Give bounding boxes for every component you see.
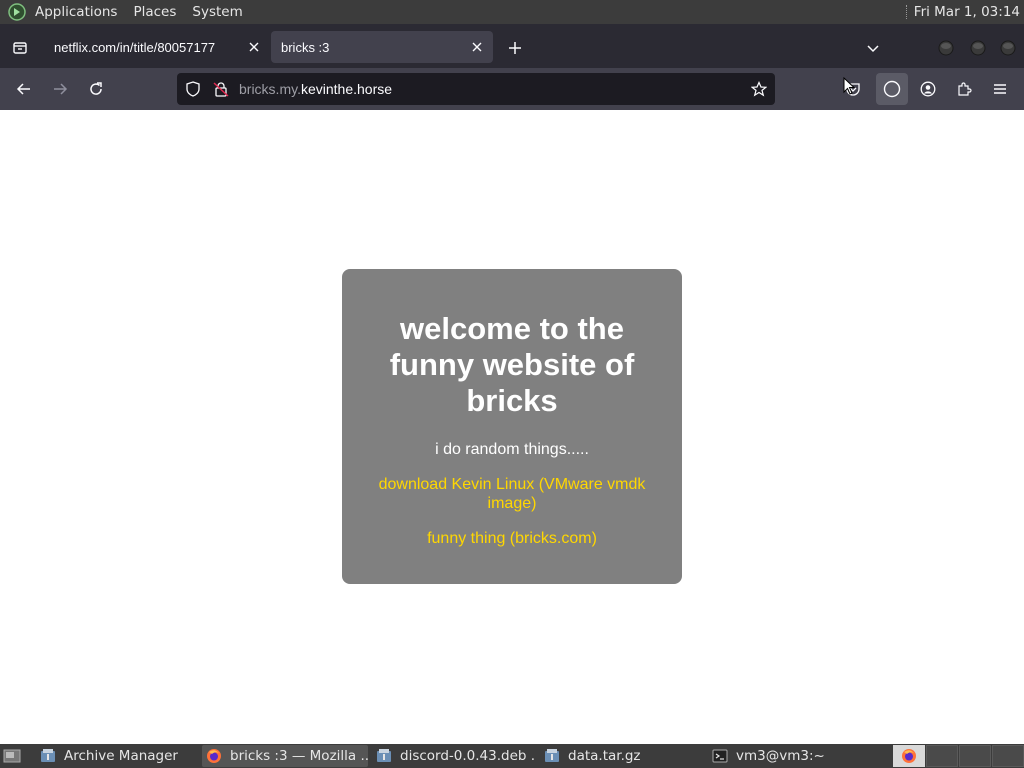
window-minimize-button[interactable] [936, 38, 956, 58]
close-tab-icon[interactable] [242, 35, 266, 59]
applications-menu[interactable]: Applications [27, 0, 125, 24]
url-text: bricks.my.kevinthe.horse [239, 81, 393, 97]
clock[interactable]: Fri Mar 1, 03:14 [914, 4, 1024, 20]
browser-tab-strip: netflix.com/in/title/80057177 bricks :3 [0, 24, 1024, 68]
system-menu[interactable]: System [184, 0, 250, 24]
task-label: discord-0.0.43.deb ... [400, 748, 536, 764]
task-label: bricks :3 — Mozilla ... [230, 748, 368, 764]
task-label: vm3@vm3:~ [736, 748, 825, 764]
tab-label: bricks :3 [281, 39, 330, 55]
archive-manager-icon [377, 749, 391, 762]
taskbar-item-archive-manager[interactable]: Archive Manager [36, 745, 196, 767]
address-bar[interactable]: bricks.my.kevinthe.horse [177, 73, 775, 105]
tab-label: netflix.com/in/title/80057177 [54, 39, 216, 55]
web-page-content: welcome to the funny website of bricks i… [0, 110, 1024, 744]
tab-bricks[interactable]: bricks :3 [271, 31, 493, 63]
taskbar-item-discord-deb[interactable]: discord-0.0.43.deb ... [372, 745, 536, 767]
firefox-view-icon[interactable] [8, 36, 32, 60]
window-maximize-button[interactable] [968, 38, 988, 58]
forward-arrow-icon [44, 73, 76, 105]
bottom-taskbar: Archive Manager bricks :3 — Mozilla ... … [0, 744, 1024, 768]
taskbar-item-terminal[interactable]: vm3@vm3:~ [708, 745, 872, 767]
show-desktop-icon[interactable] [3, 748, 21, 764]
taskbar-item-firefox[interactable]: bricks :3 — Mozilla ... [202, 745, 368, 767]
terminal-icon [712, 749, 728, 763]
archive-manager-icon [41, 749, 55, 762]
page-heading: welcome to the funny website of bricks [389, 311, 635, 418]
workspace-3[interactable] [959, 745, 991, 767]
list-all-tabs-chevron-down-icon[interactable] [861, 36, 885, 60]
extension-circle-icon[interactable] [876, 73, 908, 105]
mouse-cursor-icon [843, 76, 856, 99]
extensions-puzzle-icon[interactable] [948, 73, 980, 105]
places-menu[interactable]: Places [125, 0, 184, 24]
task-label: data.tar.gz [568, 748, 641, 764]
bookmark-star-icon[interactable] [751, 81, 767, 97]
archive-manager-icon [545, 749, 559, 762]
account-icon[interactable] [912, 73, 944, 105]
close-tab-icon[interactable] [465, 35, 489, 59]
taskbar-item-data-tar-gz[interactable]: data.tar.gz [540, 745, 704, 767]
tracking-protection-shield-icon[interactable] [185, 81, 201, 97]
panel-separator [905, 5, 908, 19]
insecure-lock-icon[interactable] [213, 81, 229, 97]
system-top-panel: Applications Places System Fri Mar 1, 03… [0, 0, 1024, 24]
task-label: Archive Manager [64, 748, 178, 764]
window-close-button[interactable] [998, 38, 1018, 58]
navigation-toolbar: bricks.my.kevinthe.horse [0, 68, 1024, 110]
new-tab-plus-icon[interactable] [503, 36, 527, 60]
reload-icon[interactable] [80, 73, 112, 105]
firefox-icon [207, 749, 221, 763]
distro-logo-icon[interactable] [7, 2, 27, 22]
tagline: i do random things..... [435, 441, 589, 458]
hamburger-menu-icon[interactable] [984, 73, 1016, 105]
workspace-2[interactable] [926, 745, 958, 767]
funny-thing-link[interactable]: funny thing (bricks.com) [342, 529, 682, 548]
tab-netflix[interactable]: netflix.com/in/title/80057177 [44, 31, 270, 63]
firefox-icon [902, 749, 916, 763]
back-arrow-icon[interactable] [8, 73, 40, 105]
workspace-switcher[interactable] [893, 745, 925, 767]
workspace-4[interactable] [992, 745, 1024, 767]
welcome-card: welcome to the funny website of bricks i… [342, 269, 682, 584]
download-kevin-linux-link[interactable]: download Kevin Linux (VMware vmdk image) [342, 475, 682, 513]
